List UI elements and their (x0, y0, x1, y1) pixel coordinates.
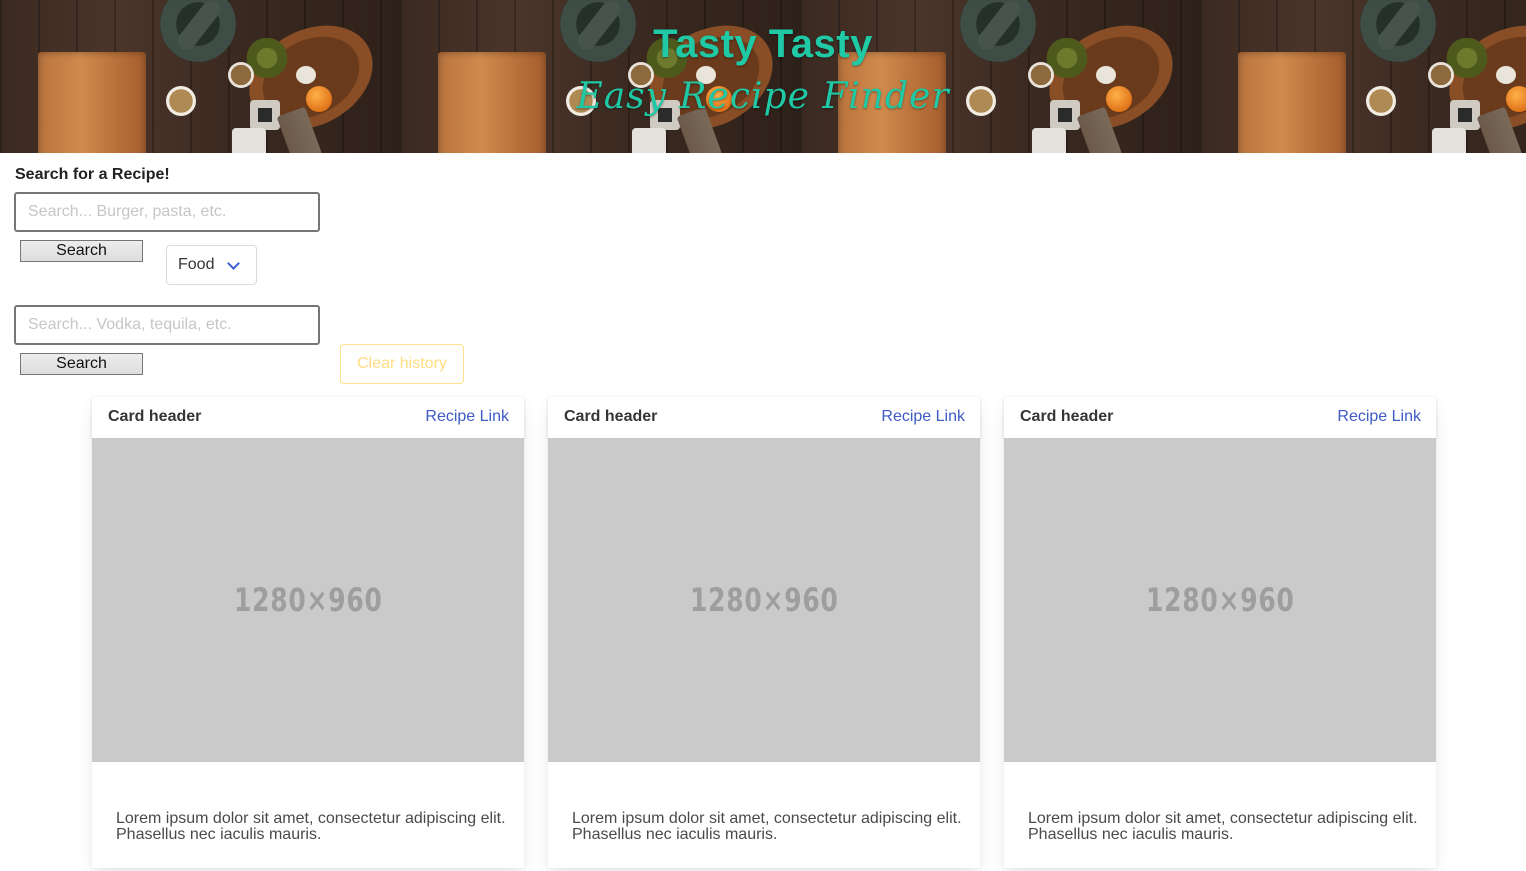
card-title: Card header (108, 408, 202, 425)
recipe-link[interactable]: Recipe Link (425, 408, 509, 426)
card-header: Card header Recipe Link (92, 397, 524, 438)
recipe-link[interactable]: Recipe Link (1337, 408, 1421, 426)
drink-search-input[interactable] (14, 305, 320, 345)
recipe-card: Card header Recipe Link 1280×960 Lorem i… (548, 397, 980, 868)
card-title: Card header (564, 408, 658, 425)
site-title: Tasty Tasty (653, 22, 873, 66)
category-select[interactable]: Food (166, 245, 257, 285)
clear-history-button[interactable]: Clear history (340, 344, 464, 384)
recipe-card: Card header Recipe Link 1280×960 Lorem i… (1004, 397, 1436, 868)
hero-banner: Tasty Tasty Easy Recipe Finder (0, 0, 1526, 153)
card-header: Card header Recipe Link (1004, 397, 1436, 438)
food-search-input[interactable] (14, 192, 320, 232)
card-description: Lorem ipsum dolor sit amet, consectetur … (1028, 810, 1418, 843)
card-title: Card header (1020, 408, 1114, 425)
search-heading: Search for a Recipe! (15, 166, 170, 183)
card-image-placeholder: 1280×960 (548, 438, 980, 762)
card-header: Card header Recipe Link (548, 397, 980, 438)
recipe-link[interactable]: Recipe Link (881, 408, 965, 426)
category-select-value: Food (178, 256, 215, 273)
image-placeholder-label: 1280×960 (1145, 581, 1295, 619)
food-search-button[interactable]: Search (20, 240, 143, 262)
card-description: Lorem ipsum dolor sit amet, consectetur … (116, 810, 506, 843)
drink-search-button[interactable]: Search (20, 353, 143, 375)
site-subtitle: Easy Recipe Finder (576, 76, 950, 117)
card-description: Lorem ipsum dolor sit amet, consectetur … (572, 810, 962, 843)
image-placeholder-label: 1280×960 (233, 581, 383, 619)
image-placeholder-label: 1280×960 (689, 581, 839, 619)
recipe-card: Card header Recipe Link 1280×960 Lorem i… (92, 397, 524, 868)
card-image-placeholder: 1280×960 (1004, 438, 1436, 762)
chevron-down-icon (227, 257, 240, 270)
card-image-placeholder: 1280×960 (92, 438, 524, 762)
